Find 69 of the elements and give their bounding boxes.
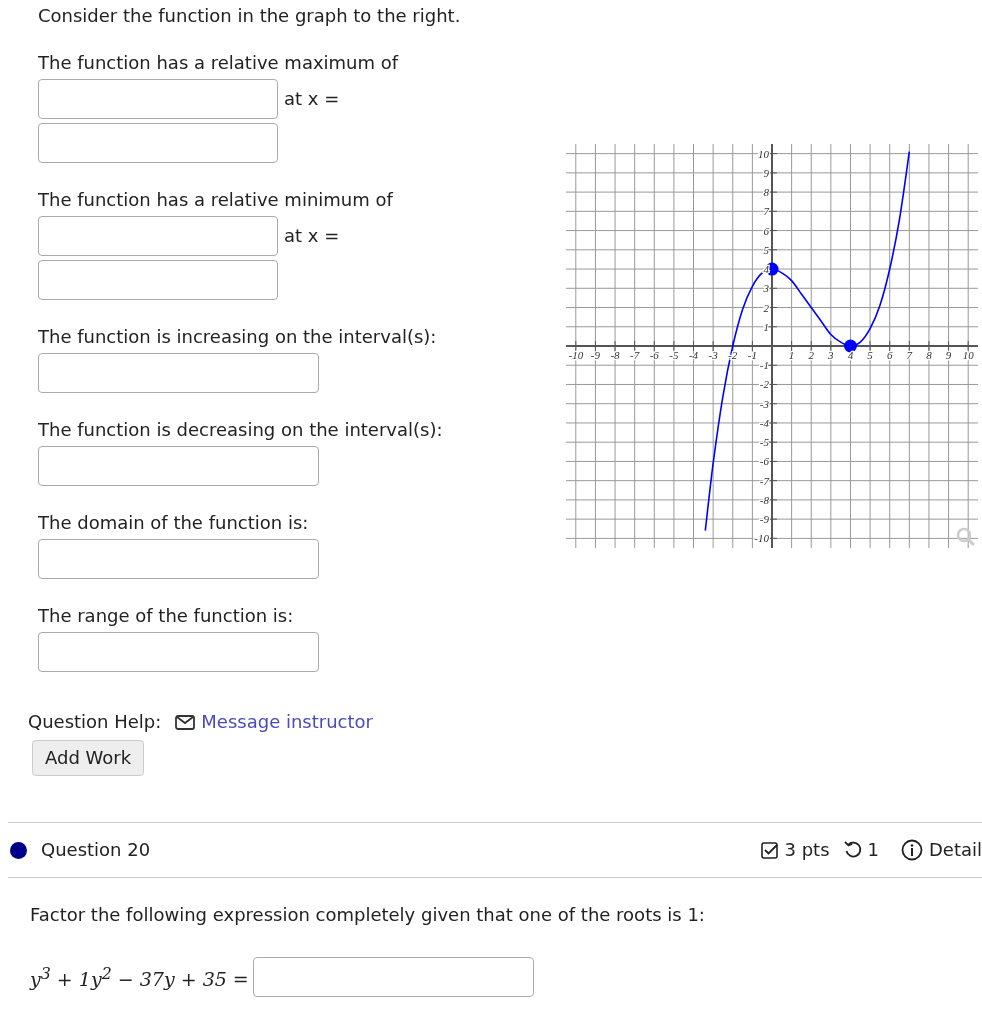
y-tick-label: -7	[759, 474, 769, 487]
question-label: The range of the function is:	[38, 604, 295, 628]
y-tick-label: -2	[759, 378, 769, 391]
answer-field[interactable]	[38, 353, 319, 393]
x-tick-label: -1	[747, 349, 757, 361]
at-x-label: at x =	[284, 224, 340, 248]
x-tick-label: 3	[828, 349, 834, 361]
retry-icon	[843, 841, 862, 859]
question-label: The domain of the function is:	[38, 511, 310, 535]
question-title: Question 20	[41, 838, 151, 862]
mail-icon	[175, 714, 196, 730]
y-tick-label: 9	[763, 166, 769, 179]
question-prompt: Factor the following expression completely given that one of the roots is 1:	[30, 903, 705, 927]
x-tick-label: -10	[568, 349, 584, 361]
question-label: The function is increasing on the interval(s):	[38, 325, 438, 349]
x-tick-label: 1	[788, 349, 795, 361]
y-tick-label: 3	[763, 282, 769, 295]
x-tick-label: 9	[945, 349, 952, 361]
points-label: 3 pts	[784, 838, 830, 862]
answer-field[interactable]	[252, 957, 534, 997]
y-tick-label: 2	[763, 301, 769, 314]
y-tick-label: -6	[759, 455, 769, 468]
x-tick-label: 7	[906, 349, 913, 361]
answer-field[interactable]	[38, 539, 319, 579]
math-expression: y$^{3}$ + 1y$^{2}$ − 37y + 35 =	[30, 963, 249, 992]
answer-field[interactable]	[38, 260, 278, 300]
question-label: The function is decreasing on the interval(s):	[38, 418, 444, 442]
y-tick-label: 7	[763, 205, 769, 218]
x-tick-label: -3	[708, 349, 718, 361]
x-tick-label: 2	[808, 349, 814, 361]
answer-field[interactable]	[38, 216, 278, 256]
answer-field[interactable]	[38, 446, 319, 486]
x-tick-label: 4	[847, 349, 854, 361]
y-tick-label: -5	[759, 436, 769, 449]
zoom-icon[interactable]	[956, 527, 976, 547]
x-tick-label: -7	[630, 349, 640, 361]
x-tick-label: 6	[886, 349, 893, 361]
y-tick-label: -4	[759, 416, 769, 429]
y-tick-label: -1	[759, 359, 769, 372]
question-label: The function has a relative minimum of	[38, 188, 395, 212]
x-tick-label: -4	[688, 349, 699, 361]
x-tick-label: 5	[867, 349, 873, 361]
y-tick-label: 6	[763, 224, 769, 237]
help-label: Question Help:	[28, 710, 162, 734]
message-instructor-link[interactable]: Message instructor	[175, 710, 373, 734]
add-work-button[interactable]: Add Work	[32, 740, 145, 776]
y-tick-label: 1	[763, 320, 769, 333]
x-tick-label: 10	[962, 349, 974, 361]
y-tick-label: -9	[759, 513, 769, 526]
at-x-label: at x =	[284, 87, 340, 111]
question-label: The function has a relative maximum of	[38, 51, 400, 75]
x-tick-label: -9	[590, 349, 600, 361]
x-tick-label: -5	[669, 349, 679, 361]
y-tick-label: 8	[763, 186, 769, 199]
y-tick-label: -3	[759, 397, 769, 410]
answer-field[interactable]	[38, 79, 278, 119]
x-tick-label: -6	[649, 349, 659, 361]
answer-field[interactable]	[38, 123, 278, 163]
details-link[interactable]: Detail	[928, 838, 982, 862]
y-tick-label: -10	[754, 532, 769, 545]
checkbox-icon	[761, 841, 779, 859]
answer-field[interactable]	[38, 632, 319, 672]
question-prompt: Consider the function in the graph to the right.	[38, 4, 462, 28]
info-icon[interactable]	[900, 839, 923, 861]
x-tick-label: 8	[926, 349, 932, 361]
y-tick-label: 5	[763, 243, 769, 256]
x-tick-label: -8	[610, 349, 620, 361]
extremum-point	[844, 339, 857, 353]
retries-count: 1	[867, 838, 879, 862]
